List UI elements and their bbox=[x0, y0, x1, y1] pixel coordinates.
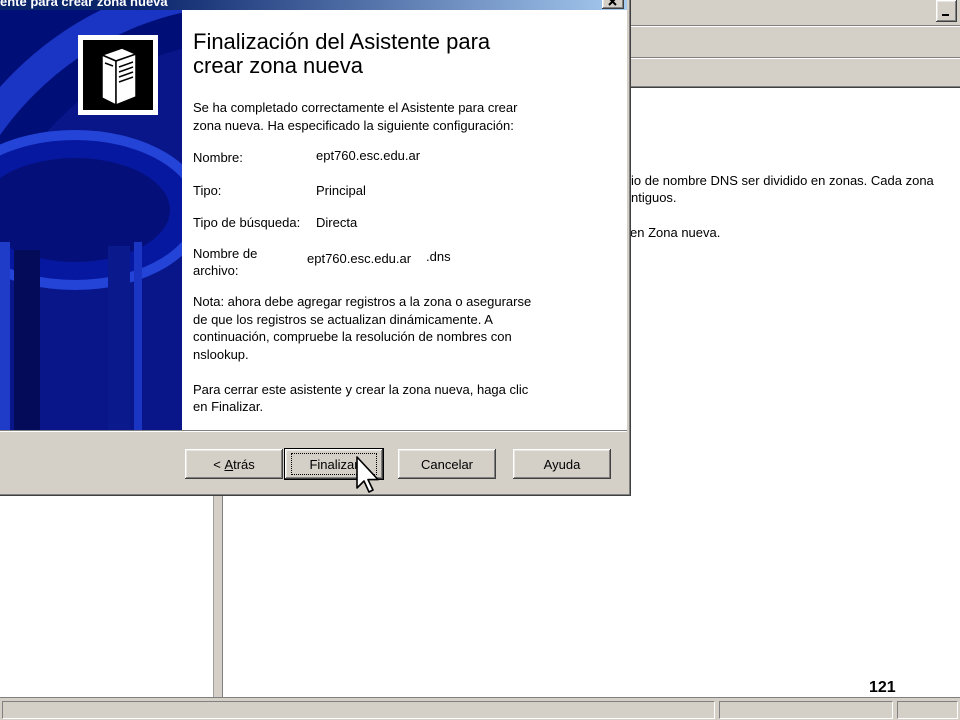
toolbar-separator bbox=[630, 57, 960, 59]
setting-name-value: ept760.esc.edu.ar bbox=[316, 148, 421, 163]
note-line: Nota: ahora debe agregar registros a la … bbox=[193, 294, 532, 309]
arrow-cursor-icon bbox=[356, 456, 380, 497]
note-line: nslookup. bbox=[193, 347, 249, 363]
page-title: Finalización del Asistente para crear zo… bbox=[193, 30, 490, 78]
note-line: continuación, compruebe la resolución de… bbox=[193, 329, 512, 345]
back-button[interactable]: < Atrás bbox=[185, 449, 283, 479]
details-text-line: io de nombre DNS ser dividido en zonas. … bbox=[631, 173, 934, 188]
closing-instructions: Para cerrar este asistente y crear la zo… bbox=[193, 381, 528, 415]
closing-line: en Finalizar. bbox=[193, 399, 264, 414]
window-frame-line bbox=[630, 25, 960, 27]
new-zone-wizard-dialog: ente para crear zona nueva Finalización … bbox=[0, 0, 631, 496]
details-text-line: ntiguos. bbox=[631, 190, 677, 205]
page-title-line: Finalización del Asistente para bbox=[193, 29, 491, 54]
button-area-separator bbox=[0, 430, 627, 432]
help-button-label: Ayuda bbox=[543, 456, 581, 472]
status-panel-main bbox=[2, 701, 715, 719]
setting-file-label: archivo: bbox=[193, 263, 239, 278]
status-panel-secondary bbox=[719, 701, 893, 719]
status-panel-tertiary bbox=[897, 701, 958, 719]
closing-line: Para cerrar este asistente y crear la zo… bbox=[193, 382, 529, 397]
setting-file-label: Nombre de bbox=[193, 246, 258, 261]
setting-lookup-label: Tipo de búsqueda: bbox=[193, 215, 301, 230]
intro-line: zona nueva. Ha especificado la siguiente… bbox=[193, 118, 514, 133]
setting-lookup-value: Directa bbox=[316, 215, 358, 230]
setting-type-value: Principal bbox=[316, 183, 366, 198]
note-text: Nota: ahora debe agregar registros a la … bbox=[193, 293, 531, 364]
cancel-button-label: Cancelar bbox=[420, 456, 474, 472]
setting-file-value: ept760.esc.edu.ar bbox=[307, 251, 412, 266]
page-number: 121 bbox=[869, 679, 896, 696]
close-button[interactable] bbox=[602, 0, 624, 9]
back-button-accelerator: A bbox=[224, 456, 234, 472]
minimize-icon bbox=[942, 14, 949, 16]
close-icon bbox=[608, 0, 617, 6]
title-bar[interactable]: ente para crear zona nueva bbox=[0, 0, 627, 10]
setting-file-extension: .dns bbox=[426, 249, 451, 264]
cancel-button[interactable]: Cancelar bbox=[398, 449, 496, 479]
intro-line: Se ha completado correctamente el Asiste… bbox=[193, 100, 518, 115]
back-button-prefix: < bbox=[213, 456, 225, 472]
minimize-button[interactable] bbox=[936, 0, 957, 22]
note-line: de que los registros se actualizan dinám… bbox=[193, 311, 493, 327]
page-title-line: crear zona nueva bbox=[193, 53, 363, 78]
setting-type-label: Tipo: bbox=[193, 183, 222, 198]
back-button-label: trás bbox=[233, 456, 255, 472]
help-button[interactable]: Ayuda bbox=[513, 449, 611, 479]
details-text: io de nombre DNS ser dividido en zonas. … bbox=[631, 172, 958, 242]
dns-server-icon bbox=[78, 35, 158, 115]
details-text-line: en Zona nueva. bbox=[631, 225, 721, 240]
setting-name-label: Nombre: bbox=[193, 150, 243, 165]
intro-text: Se ha completado correctamente el Asiste… bbox=[193, 99, 517, 135]
window-title: ente para crear zona nueva bbox=[0, 0, 168, 9]
